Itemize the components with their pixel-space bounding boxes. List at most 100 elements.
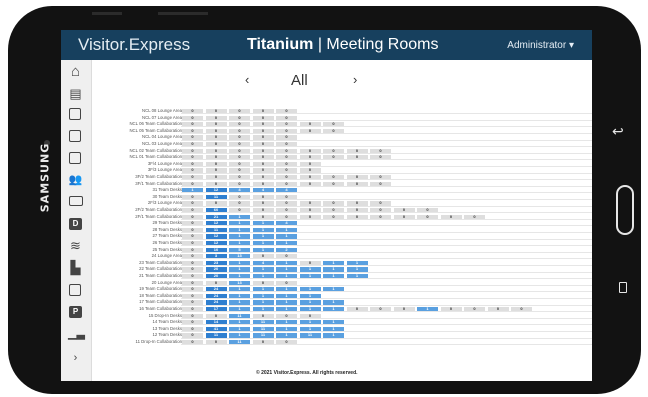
room-name[interactable]: 24 Lounge Area: [152, 253, 182, 258]
back-key-icon[interactable]: ↩: [612, 123, 624, 140]
expand-icon[interactable]: ›: [68, 351, 83, 366]
row-divider: [181, 126, 592, 127]
room-name[interactable]: 20 Lounge Area: [152, 280, 182, 285]
room-row: 14 Team Desks 0 14 1 11 1 1 1: [61, 319, 592, 325]
row-divider: [181, 146, 592, 147]
room-row: NCL 05 Team Collaboration 0 0 0 0 0 0 0: [61, 128, 592, 134]
room-name[interactable]: 21 Team Collaboration: [139, 273, 182, 278]
power-button: [158, 12, 208, 15]
room-row: 13 Team Desks 0 41 1 11 1 1 1: [61, 326, 592, 332]
room-row: 3F/3 Lounge Area 0 0 0 0 0 0: [61, 167, 592, 174]
row-divider: [181, 152, 592, 154]
next-arrow-icon[interactable]: ›: [353, 72, 357, 87]
building-icon[interactable]: ▤: [68, 86, 83, 101]
room-name[interactable]: 11 Drop-In Collaboration: [136, 339, 183, 344]
room-name[interactable]: 25 Team Desks: [152, 247, 182, 252]
room-row: NCL 08 Lounge Area 0 0 0 0 0: [61, 108, 592, 114]
row-divider: [181, 192, 592, 193]
room-name[interactable]: 15 Drop-In Desks: [149, 313, 182, 318]
room-row: 23 Team Collaboration 0 23 1 4 1 0 1 1: [61, 260, 592, 266]
room-name[interactable]: 3F/4 Lounge Area: [148, 161, 182, 166]
room-name[interactable]: 16 Team Collaboration: [139, 306, 182, 311]
app-screen: Visitor.Express Titanium | Meeting Rooms…: [61, 30, 592, 381]
row-divider: [181, 172, 592, 174]
room-row: 29 Team Desks 0 12 1 1 4: [61, 220, 592, 226]
room-name[interactable]: 22 Team Collaboration: [139, 266, 182, 271]
app-logo[interactable]: Visitor.Express: [78, 35, 190, 55]
room-name[interactable]: 3F/2 Team Collaboration: [135, 174, 182, 179]
user-name: Administrator: [507, 40, 567, 51]
room-name[interactable]: 30 Team Desks: [152, 194, 182, 199]
room-name[interactable]: NCL 05 Team Collaboration: [129, 128, 182, 133]
room-name[interactable]: 19 Team Collaboration: [139, 286, 182, 291]
room-name[interactable]: 2F/3 Lounge Area: [148, 200, 182, 205]
room-row: 25 Team Desks 0 10 5 1 2: [61, 247, 592, 253]
home-icon[interactable]: ⌂: [68, 64, 83, 79]
home-key[interactable]: [616, 185, 634, 235]
room-name[interactable]: NCL 02 Team Collaboration: [129, 148, 182, 153]
room-name[interactable]: NCL 08 Lounge Area: [142, 108, 182, 113]
room-row: NCL 02 Team Collaboration 0 0 0 0 0 0 0 0 0: [61, 148, 592, 154]
row-divider: [181, 113, 592, 114]
room-name[interactable]: 31 Team Desks: [152, 187, 182, 192]
row-divider: [181, 258, 592, 259]
room-name[interactable]: 12 Team Desks: [152, 332, 182, 337]
page-title-section: | Meeting Rooms: [313, 36, 439, 53]
room-filter[interactable]: All: [291, 72, 308, 89]
room-row: NCL 01 Team Collaboration 0 0 0 0 0 0 0 0 0: [61, 154, 592, 160]
room-name[interactable]: 17 Team Collaboration: [139, 299, 182, 304]
previous-arrow-icon[interactable]: ‹: [245, 72, 249, 87]
row-divider: [181, 245, 592, 246]
room-name[interactable]: NCL 06 Team Collaboration: [129, 121, 182, 126]
row-divider: [181, 133, 592, 134]
room-row: 19 Team Collaboration 0 24 1 1 1 1 1: [61, 286, 592, 292]
recent-apps-key-icon[interactable]: [619, 282, 627, 293]
room-row: 11 Drop-In Collaboration 0 0 11 0 0: [61, 339, 592, 345]
page-title: Titanium | Meeting Rooms: [247, 36, 438, 54]
row-divider: [181, 337, 592, 339]
row-divider: [181, 139, 592, 141]
room-name[interactable]: NCL 04 Lounge Area: [142, 134, 182, 139]
row-divider: [181, 199, 592, 200]
user-menu-button[interactable]: Administrator ▾: [507, 40, 574, 51]
room-name[interactable]: 14 Team Desks: [152, 319, 182, 324]
top-bar: Visitor.Express Titanium | Meeting Rooms…: [61, 30, 592, 60]
room-name[interactable]: NCL 01 Team Collaboration: [129, 154, 182, 159]
volume-button: [92, 12, 122, 15]
row-divider: [181, 225, 592, 226]
room-name[interactable]: 2F/2 Team Collaboration: [135, 207, 182, 212]
room-name[interactable]: 2F/1 Team Collaboration: [135, 214, 182, 219]
room-row: 18 Team Collaboration 0 24 1 1 1 1: [61, 293, 592, 299]
room-row: 22 Team Collaboration 0 20 1 1 1 1 1 1: [61, 266, 592, 273]
page-title-product: Titanium: [247, 36, 314, 53]
room-name[interactable]: 23 Team Collaboration: [139, 260, 182, 265]
room-row: 24 Lounge Area 0 3 13 0 0: [61, 253, 592, 259]
row-divider: [181, 344, 592, 345]
room-name[interactable]: 28 Team Desks: [152, 227, 182, 232]
row-divider: [181, 284, 592, 286]
room-row: 15 Drop-In Desks 0 0 11 0 0 0: [61, 313, 592, 319]
row-divider: [181, 317, 592, 319]
room-row: 3F/4 Lounge Area 0 0 0 0 0 0: [61, 161, 592, 167]
row-divider: [181, 298, 592, 299]
row-divider: [181, 218, 592, 220]
footer-copyright: © 2021 Visitor.Express. All rights reser…: [256, 370, 358, 376]
room-name[interactable]: NCL 03 Lounge Area: [142, 141, 182, 146]
room-name[interactable]: 18 Team Collaboration: [139, 293, 182, 298]
room-row: 21 Team Collaboration 0 20 1 1 1 1 1 1: [61, 273, 592, 279]
room-row: NCL 06 Team Collaboration 0 0 0 0 0 0 0: [61, 121, 592, 127]
room-row: 3F/1 Team Collaboration 0 0 0 0 0 0 0 0 0: [61, 181, 592, 187]
room-name[interactable]: 29 Team Desks: [152, 220, 182, 225]
row-divider: [181, 179, 592, 180]
room-row: NCL 07 Lounge Area 0 0 0 0 0: [61, 115, 592, 121]
room-name[interactable]: NCL 07 Lounge Area: [142, 115, 182, 120]
row-divider: [181, 119, 592, 121]
room-name[interactable]: 27 Team Desks: [152, 233, 182, 238]
room-name[interactable]: 3F/3 Lounge Area: [148, 167, 182, 172]
room-row: 16 Team Collaboration 0 17 1 1 1 1 1 0 0 0 1 0 0 0 0: [61, 306, 592, 312]
room-name[interactable]: 3F/1 Team Collaboration: [135, 181, 182, 186]
room-name[interactable]: 26 Team Desks: [152, 240, 182, 245]
row-divider: [181, 238, 592, 240]
room-row: NCL 03 Lounge Area 0 0 0 0 0: [61, 141, 592, 147]
room-name[interactable]: 13 Team Desks: [152, 326, 182, 331]
